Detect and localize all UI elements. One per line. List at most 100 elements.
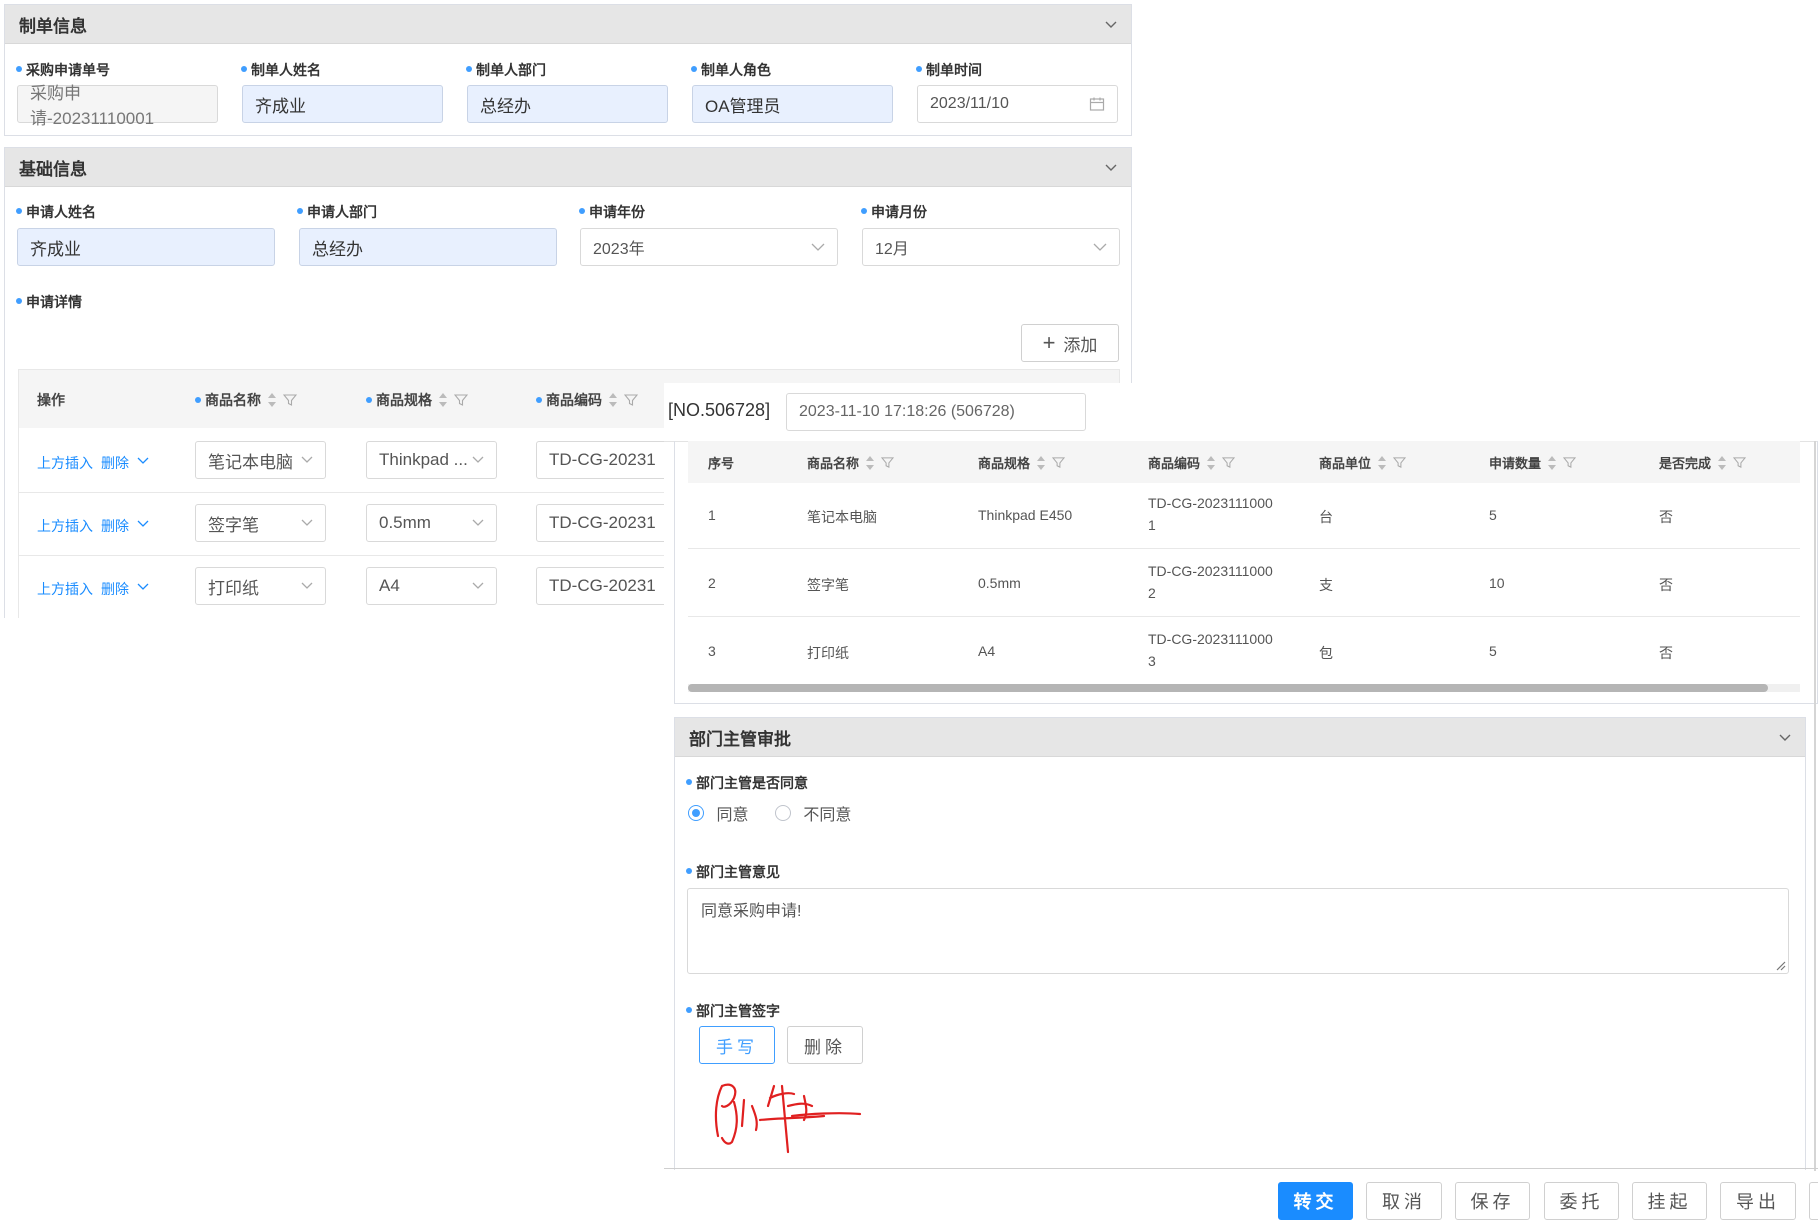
sort-icon[interactable] [1206, 455, 1216, 471]
handwrite-button[interactable]: 手写 [699, 1026, 775, 1064]
product-spec-select[interactable]: A4 [366, 567, 497, 605]
view-col-code[interactable]: 商品编码 [1148, 453, 1236, 472]
product-name-select[interactable]: 签字笔 [195, 504, 326, 542]
view-col-done[interactable]: 是否完成 [1659, 453, 1747, 472]
insert-above-link[interactable]: 上方插入 [37, 579, 93, 599]
cancel-button[interactable]: 取消 [1366, 1182, 1442, 1220]
chevron-down-icon[interactable] [1105, 161, 1117, 173]
chevron-down-icon[interactable] [1105, 18, 1117, 30]
table-row: 3 打印纸 A4 TD-CG-2023111000 3 包 5 否 [708, 631, 1673, 669]
chevron-down-icon[interactable] [137, 583, 149, 591]
producer-info-header[interactable]: 制单信息 [5, 5, 1131, 44]
radio-agree[interactable] [688, 805, 704, 821]
applicant-dept-field[interactable]: 总经办 [299, 228, 557, 266]
filter-icon[interactable] [1733, 456, 1747, 469]
more-button-edge[interactable] [1809, 1182, 1818, 1220]
apply-year-select[interactable]: 2023年 [580, 228, 838, 266]
sign-label: 部门主管签字 [686, 1001, 780, 1021]
filter-icon[interactable] [1222, 456, 1236, 469]
producer-name-field[interactable]: 齐成业 [242, 85, 443, 123]
insert-above-link[interactable]: 上方插入 [37, 516, 93, 536]
agree-label: 部门主管是否同意 [686, 773, 808, 793]
delete-row-link[interactable]: 删除 [101, 579, 129, 599]
filter-icon[interactable] [283, 393, 297, 407]
resize-handle-icon[interactable] [1774, 959, 1786, 971]
sort-icon[interactable] [1547, 455, 1557, 471]
product-spec-select[interactable]: Thinkpad ... [366, 441, 497, 479]
chevron-down-icon[interactable] [137, 457, 149, 465]
view-col-name[interactable]: 商品名称 [807, 453, 895, 472]
apply-month-select[interactable]: 12月 [862, 228, 1120, 266]
record-number: [NO.506728] [668, 400, 771, 420]
chevron-down-icon [472, 456, 484, 463]
plus-icon: + [1042, 330, 1056, 355]
sort-icon[interactable] [1036, 455, 1046, 471]
chevron-down-icon [301, 582, 313, 589]
delegate-button[interactable]: 委托 [1544, 1182, 1619, 1220]
dept-approval-header[interactable]: 部门主管审批 [675, 718, 1805, 757]
filter-icon[interactable] [454, 393, 468, 407]
sort-icon[interactable] [865, 455, 875, 471]
radio-disagree[interactable] [774, 805, 791, 821]
submit-button[interactable]: 转交 [1278, 1182, 1353, 1220]
sort-icon[interactable] [1717, 455, 1727, 471]
producer-role-field[interactable]: OA管理员 [692, 85, 893, 123]
sort-icon[interactable] [1377, 455, 1387, 471]
chevron-down-icon [301, 519, 313, 526]
view-col-spec[interactable]: 商品规格 [978, 453, 1066, 472]
producer-time-label: 制单时间 [916, 60, 982, 80]
filter-icon[interactable] [624, 393, 638, 407]
add-row-button[interactable]: + 添加 [1021, 324, 1119, 362]
product-name-select[interactable]: 笔记本电脑 [195, 441, 326, 479]
applicant-name-field[interactable]: 齐成业 [17, 228, 275, 266]
sort-icon[interactable] [608, 392, 618, 408]
filter-icon[interactable] [1563, 456, 1577, 469]
calendar-icon[interactable] [1089, 96, 1105, 112]
delete-signature-button[interactable]: 删除 [787, 1026, 863, 1064]
view-col-qty[interactable]: 申请数量 [1489, 453, 1577, 472]
insert-above-link[interactable]: 上方插入 [37, 453, 93, 473]
delete-row-link[interactable]: 删除 [101, 453, 129, 473]
apply-month-label: 申请月份 [861, 202, 927, 222]
delete-row-link[interactable]: 删除 [101, 516, 129, 536]
purchase-no-label: 采购申请单号 [16, 60, 110, 80]
producer-dept-field[interactable]: 总经办 [467, 85, 668, 123]
apply-year-label: 申请年份 [579, 202, 645, 222]
filter-icon[interactable] [1052, 456, 1066, 469]
chevron-down-icon[interactable] [1779, 731, 1791, 743]
producer-name-label: 制单人姓名 [241, 60, 321, 80]
applicant-dept-label: 申请人部门 [297, 202, 377, 222]
export-button[interactable]: 导出 [1720, 1182, 1796, 1220]
apply-month-value: 12月 [875, 241, 909, 258]
opinion-label: 部门主管意见 [686, 862, 780, 882]
chevron-down-icon[interactable] [137, 520, 149, 528]
view-col-no: 序号 [708, 456, 735, 471]
sort-icon[interactable] [267, 392, 277, 408]
suspend-button[interactable]: 挂起 [1632, 1182, 1707, 1220]
filter-icon[interactable] [881, 456, 895, 469]
opinion-textarea[interactable]: 同意采购申请! [687, 888, 1789, 974]
basic-info-header[interactable]: 基础信息 [5, 148, 1131, 187]
edit-col-code[interactable]: 商品编码 [536, 390, 638, 410]
sort-icon[interactable] [438, 392, 448, 408]
radio-disagree-label[interactable]: 不同意 [803, 807, 851, 824]
product-spec-select[interactable]: 0.5mm [366, 504, 497, 542]
applicant-name-label: 申请人姓名 [16, 202, 96, 222]
producer-time-field[interactable]: 2023/11/10 [917, 85, 1118, 123]
panel-bottom-border [664, 1168, 1818, 1169]
producer-time-value: 2023/11/10 [930, 95, 1009, 112]
purchase-no-field[interactable]: 采购申请-20231110001 [17, 84, 218, 128]
product-name-select[interactable]: 打印纸 [195, 567, 326, 605]
horizontal-scrollbar[interactable] [688, 684, 1800, 692]
basic-info-title: 基础信息 [19, 159, 87, 179]
save-button[interactable]: 保存 [1455, 1182, 1530, 1220]
edit-col-name[interactable]: 商品名称 [195, 390, 297, 410]
filter-icon[interactable] [1393, 456, 1407, 469]
scrollbar-thumb[interactable] [688, 684, 1768, 692]
edit-col-spec[interactable]: 商品规格 [366, 390, 468, 410]
record-timestamp-field: 2023-11-10 17:18:26 (506728) [786, 393, 1086, 431]
producer-info-title: 制单信息 [19, 16, 87, 36]
agree-radio-group: 同意 不同意 [688, 801, 851, 825]
radio-agree-label[interactable]: 同意 [716, 807, 748, 824]
view-col-unit[interactable]: 商品单位 [1319, 453, 1407, 472]
